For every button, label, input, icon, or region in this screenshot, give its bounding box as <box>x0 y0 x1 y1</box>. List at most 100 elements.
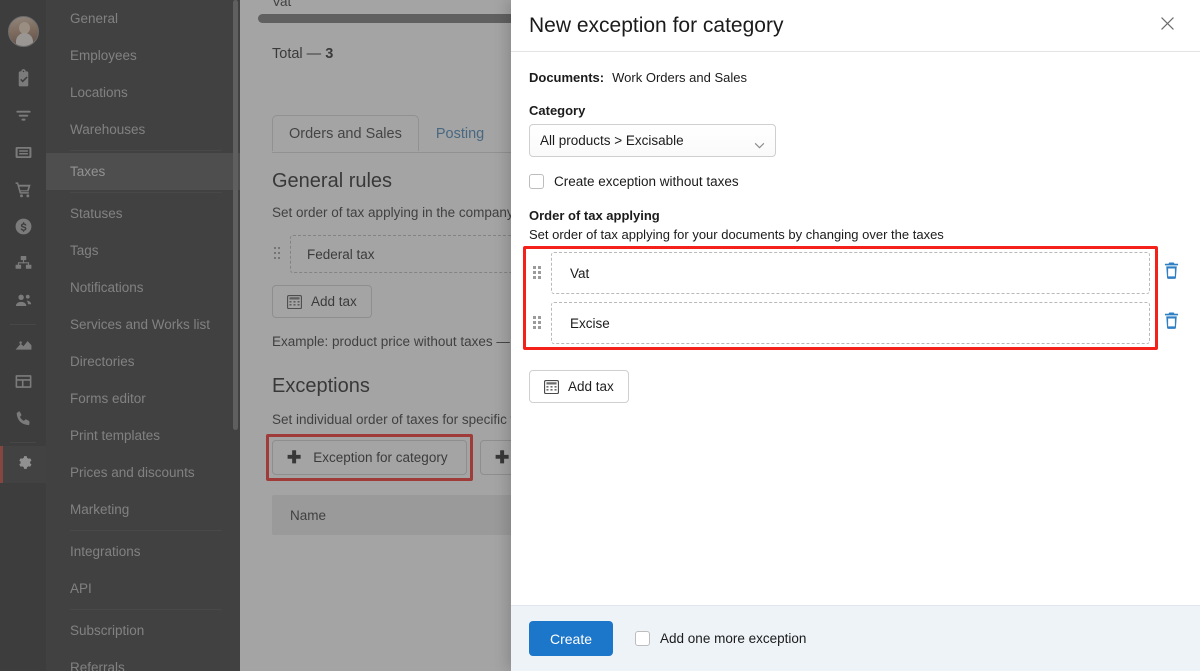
without-taxes-row[interactable]: Create exception without taxes <box>529 174 1182 189</box>
sidebar-item-locations[interactable]: Locations <box>46 74 240 111</box>
avatar[interactable] <box>8 16 39 47</box>
sidebar-item-subscription[interactable]: Subscription <box>46 612 240 649</box>
sidebar-item-label: Services and Works list <box>70 317 211 332</box>
page-tabs: Orders and Sales Posting <box>272 114 501 151</box>
tax-row-name[interactable]: Vat <box>551 252 1150 294</box>
modal-title: New exception for category <box>529 13 784 37</box>
rail-item-cart[interactable] <box>0 173 46 210</box>
rail-icon-list <box>0 62 46 483</box>
icon-rail <box>0 0 46 671</box>
flyout-scrollbar[interactable] <box>233 0 238 430</box>
sidebar-item-label: Referrals <box>70 660 125 671</box>
rail-item-inbox[interactable] <box>0 136 46 173</box>
rail-item-calls[interactable] <box>0 402 46 439</box>
sidebar-item-label: Taxes <box>70 164 106 179</box>
funnel-icon <box>14 106 33 130</box>
rail-item-warehouse[interactable] <box>0 247 46 284</box>
sidebar-item-label: Statuses <box>70 206 123 221</box>
drag-handle-icon[interactable] <box>274 247 281 260</box>
sidebar-item-label: General <box>70 11 119 26</box>
rail-item-dashboard[interactable] <box>0 365 46 402</box>
sidebar-item-print-templates[interactable]: Print templates <box>46 417 240 454</box>
without-taxes-label: Create exception without taxes <box>554 174 739 189</box>
sidebar-item-label: Print templates <box>70 428 161 443</box>
close-button[interactable] <box>1150 9 1184 43</box>
delete-tax-button[interactable] <box>1160 262 1182 284</box>
rail-divider-2 <box>10 442 36 443</box>
sidebar-item-warehouses[interactable]: Warehouses <box>46 111 240 148</box>
sidebar-item-label: Tags <box>70 243 99 258</box>
general-rules-title: General rules <box>272 170 393 192</box>
exceptions-subtitle: Set individual order of taxes for specif… <box>272 412 528 427</box>
total-value: 3 <box>325 46 334 62</box>
rail-divider-1 <box>10 324 36 325</box>
chart-icon <box>14 335 33 359</box>
drag-handle-icon[interactable] <box>533 266 541 280</box>
sidebar-item-employees[interactable]: Employees <box>46 37 240 74</box>
total-line: Total — 3 <box>272 46 333 62</box>
sidebar-item-label: Forms editor <box>70 391 146 406</box>
chevron-down-icon <box>754 137 765 152</box>
sidebar-item-label: Prices and discounts <box>70 465 195 480</box>
modal-header: New exception for category <box>511 0 1200 52</box>
calculator-icon <box>544 379 560 394</box>
menu-list: General Employees Locations Warehouses Taxes… <box>46 0 240 671</box>
tax-order-list: Vat Excise <box>523 246 1182 350</box>
tax-row[interactable]: Excise <box>529 302 1182 344</box>
exceptions-title: Exceptions <box>272 375 370 397</box>
modal-body: Documents: Work Orders and Sales Category… <box>511 52 1200 605</box>
tab-orders-and-sales[interactable]: Orders and Sales <box>272 115 419 151</box>
modal-add-tax-label: Add tax <box>568 379 614 394</box>
tax-row[interactable]: Vat <box>529 252 1182 294</box>
category-select[interactable]: All products > Excisable <box>529 124 776 157</box>
sidebar-item-label: Integrations <box>70 544 141 559</box>
inbox-icon <box>14 143 33 167</box>
general-rules-example: Example: product price without taxes — 1… <box>272 334 529 349</box>
modal-add-tax-button[interactable]: Add tax <box>529 370 629 403</box>
tab-posting[interactable]: Posting <box>419 115 501 151</box>
rail-item-finance[interactable] <box>0 210 46 247</box>
column-header-name: Name <box>290 507 327 523</box>
app-root: Vat Total — 3 Orders and Sales Posting G… <box>0 0 1200 671</box>
delete-tax-button[interactable] <box>1160 312 1182 334</box>
rail-item-settings[interactable] <box>0 446 46 483</box>
sidebar-item-notifications[interactable]: Notifications <box>46 269 240 306</box>
menu-divider <box>70 609 222 610</box>
close-icon <box>1159 15 1176 37</box>
total-label: Total — <box>272 46 322 62</box>
menu-divider <box>70 192 222 193</box>
sidebar-item-label: API <box>70 581 92 596</box>
without-taxes-checkbox[interactable] <box>529 174 544 189</box>
sidebar-item-general[interactable]: General <box>46 0 240 37</box>
rail-item-tasks[interactable] <box>0 62 46 99</box>
add-one-more-label: Add one more exception <box>660 631 807 646</box>
drag-handle-icon[interactable] <box>533 316 541 330</box>
sidebar-item-integrations[interactable]: Integrations <box>46 533 240 570</box>
sidebar-item-forms-editor[interactable]: Forms editor <box>46 380 240 417</box>
sidebar-item-taxes[interactable]: Taxes <box>46 153 240 190</box>
dashboard-icon <box>14 372 33 396</box>
trash-icon <box>1164 312 1179 334</box>
sidebar-item-services-and-works-list[interactable]: Services and Works list <box>46 306 240 343</box>
warehouse-icon <box>14 254 33 278</box>
sidebar-item-referrals[interactable]: Referrals <box>46 649 240 671</box>
phone-icon <box>14 409 33 433</box>
tax-row-name[interactable]: Excise <box>551 302 1150 344</box>
dollar-icon <box>14 217 33 241</box>
sidebar-item-label: Notifications <box>70 280 144 295</box>
rail-item-funnel[interactable] <box>0 99 46 136</box>
sidebar-item-directories[interactable]: Directories <box>46 343 240 380</box>
sidebar-item-marketing[interactable]: Marketing <box>46 491 240 528</box>
sidebar-item-prices-and-discounts[interactable]: Prices and discounts <box>46 454 240 491</box>
add-one-more-row[interactable]: Add one more exception <box>635 631 806 646</box>
sidebar-item-api[interactable]: API <box>46 570 240 607</box>
sidebar-item-tags[interactable]: Tags <box>46 232 240 269</box>
create-button[interactable]: Create <box>529 621 614 656</box>
rail-item-clients[interactable] <box>0 284 46 321</box>
sidebar-item-statuses[interactable]: Statuses <box>46 195 240 232</box>
add-tax-button[interactable]: Add tax <box>272 285 372 318</box>
general-rule-label: Federal tax <box>307 246 375 262</box>
rail-item-reports[interactable] <box>0 328 46 365</box>
add-one-more-checkbox[interactable] <box>635 631 651 646</box>
category-select-value: All products > Excisable <box>540 133 684 148</box>
